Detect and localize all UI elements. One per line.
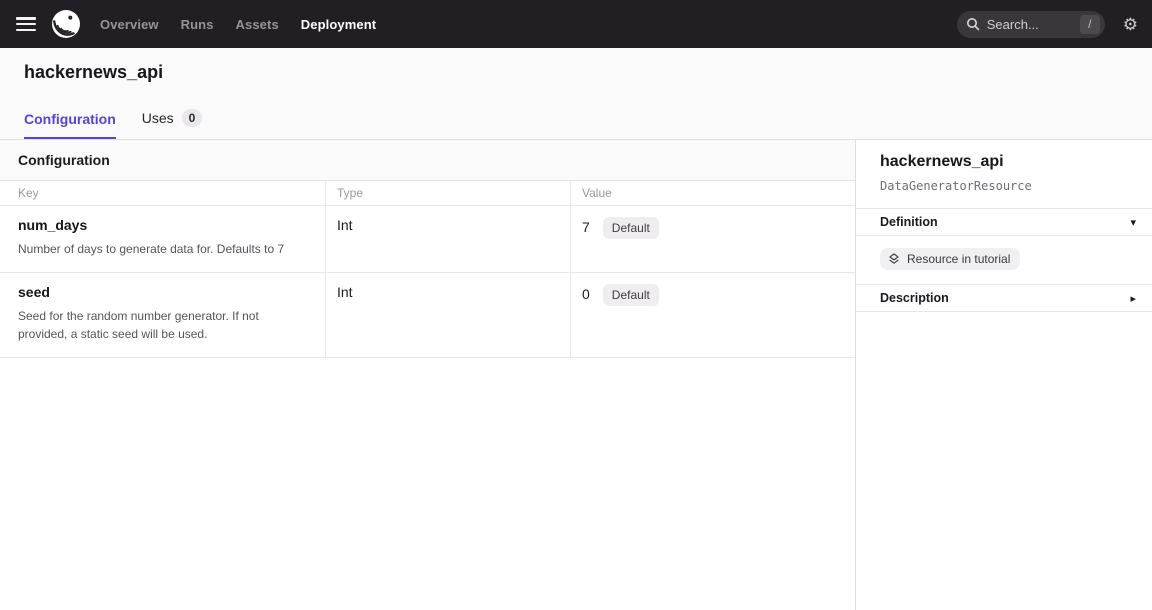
table-header-row: Key Type Value — [0, 181, 855, 206]
tab-bar: Configuration Uses 0 — [24, 109, 1128, 139]
config-type: Int — [325, 206, 570, 272]
nav-item-overview[interactable]: Overview — [100, 17, 159, 32]
search-icon — [966, 17, 980, 31]
gear-icon[interactable]: ⚙ — [1123, 16, 1138, 33]
column-header-key: Key — [0, 181, 325, 205]
chevron-right-icon: ▸ — [1130, 292, 1136, 305]
config-value: 0 — [582, 284, 590, 302]
top-navigation-bar: Overview Runs Assets Deployment / ⚙ — [0, 0, 1152, 48]
resource-class-name: DataGeneratorResource — [880, 179, 1128, 193]
details-sidebar: hackernews_api DataGeneratorResource Def… — [856, 140, 1152, 610]
column-header-type: Type — [325, 181, 570, 205]
config-value: 7 — [582, 217, 590, 235]
tab-configuration[interactable]: Configuration — [24, 111, 116, 139]
table-row: seed Seed for the random number generato… — [0, 273, 855, 358]
column-header-value: Value — [570, 181, 855, 205]
resource-location-tag[interactable]: Resource in tutorial — [880, 248, 1020, 270]
primary-nav: Overview Runs Assets Deployment — [100, 17, 376, 32]
global-search[interactable]: / — [957, 11, 1105, 38]
default-badge: Default — [603, 217, 659, 239]
dagster-logo-icon[interactable] — [51, 9, 81, 39]
layers-icon — [887, 252, 901, 266]
nav-item-runs[interactable]: Runs — [181, 17, 214, 32]
page-title: hackernews_api — [24, 62, 1128, 83]
configuration-panel: Configuration Key Type Value num_days Nu… — [0, 140, 856, 610]
table-row: num_days Number of days to generate data… — [0, 206, 855, 273]
hamburger-menu-icon[interactable] — [16, 17, 36, 31]
tag-label: Resource in tutorial — [907, 252, 1010, 266]
nav-item-deployment[interactable]: Deployment — [301, 17, 376, 32]
default-badge: Default — [603, 284, 659, 306]
config-description: Seed for the random number generator. If… — [18, 307, 308, 344]
chevron-down-icon: ▾ — [1130, 216, 1136, 229]
config-type: Int — [325, 273, 570, 357]
resource-name: hackernews_api — [880, 153, 1128, 171]
definition-section-toggle[interactable]: Definition ▾ — [856, 208, 1152, 235]
definition-section-content: Resource in tutorial — [856, 235, 1152, 285]
uses-count-badge: 0 — [182, 109, 203, 127]
config-description: Number of days to generate data for. Def… — [18, 240, 308, 259]
search-input[interactable] — [987, 17, 1065, 32]
config-key: num_days — [18, 217, 313, 233]
content-area: Configuration Key Type Value num_days Nu… — [0, 140, 1152, 610]
search-shortcut-key: / — [1080, 15, 1100, 34]
tab-uses[interactable]: Uses 0 — [142, 109, 203, 139]
page-header: hackernews_api Configuration Uses 0 — [0, 48, 1152, 140]
section-title: Configuration — [0, 140, 855, 181]
nav-item-assets[interactable]: Assets — [236, 17, 279, 32]
description-section-toggle[interactable]: Description ▸ — [856, 285, 1152, 312]
config-key: seed — [18, 284, 313, 300]
